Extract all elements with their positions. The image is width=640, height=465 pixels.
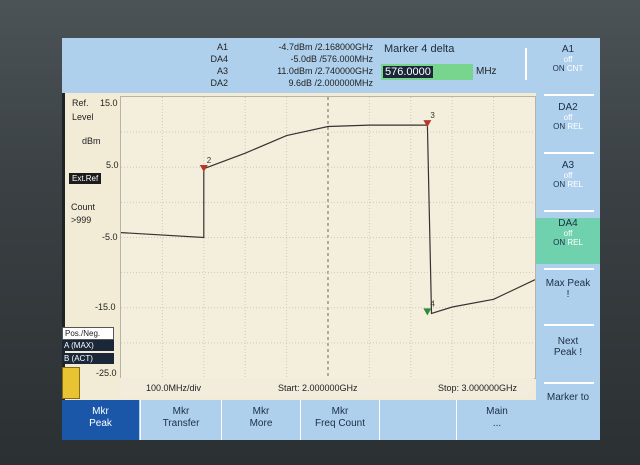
- softkey-title: DA4: [558, 218, 578, 229]
- mkr-more-button[interactable]: Mkr More: [221, 400, 300, 440]
- softkey-state: off: [563, 171, 573, 180]
- usb-icon: [62, 367, 80, 399]
- softkey-state: off: [563, 113, 573, 122]
- marker-value: -5.0dB /576.000MHz: [290, 54, 373, 64]
- frequency-info-bar: 100.0MHz/div Start: 2.000000GHz Stop: 3.…: [120, 378, 534, 398]
- softkey-state: off: [563, 229, 573, 238]
- spectrum-chart: 2 3 4: [120, 97, 536, 378]
- on-indicator: ON: [553, 238, 566, 247]
- softkey-line1: Mkr: [252, 406, 270, 417]
- tick-y-4: -25.0: [96, 368, 117, 378]
- mode-indicator: REL: [567, 238, 583, 247]
- softkey-line1: Mkr: [92, 406, 109, 417]
- entry-unit: MHz: [476, 66, 497, 77]
- softkey-title: DA2: [558, 102, 578, 113]
- detector-panel: Pos./Neg. A (MAX) B (ACT): [62, 327, 114, 364]
- mode-indicator: CNT: [566, 64, 584, 73]
- tick-y-0: 15.0: [100, 98, 118, 108]
- next-peak-button[interactable]: Next Peak !: [545, 336, 591, 358]
- softkey-line2: Transfer: [162, 418, 200, 429]
- ext-ref-indicator: Ext.Ref: [69, 173, 102, 184]
- tick-y-3: -15.0: [95, 302, 116, 312]
- on-indicator: ON: [553, 180, 566, 189]
- marker-delta-input[interactable]: 576.0000: [381, 64, 473, 80]
- softkey-line1: Mkr: [331, 406, 349, 417]
- bottom-softkey-bar: Mkr Peak Mkr Transfer Mkr More Mkr Freq …: [62, 400, 600, 440]
- separator: [544, 268, 594, 270]
- ref-label: Ref.: [72, 98, 89, 108]
- softkey-line1: Main: [486, 406, 508, 417]
- softkey-line1: Mkr: [172, 406, 190, 417]
- separator: [544, 324, 594, 326]
- header-divider: [525, 48, 527, 80]
- side-softkey-a3[interactable]: A3 off ON REL: [536, 160, 600, 189]
- marker-3: [423, 120, 432, 128]
- softkey-line2: Freq Count: [314, 418, 366, 429]
- grid: [121, 97, 535, 378]
- count-value: >999: [71, 215, 92, 225]
- on-indicator: ON: [552, 64, 565, 73]
- marker-label-2: 2: [207, 156, 212, 165]
- marker-value: 11.0dBm /2.740000GHz: [277, 66, 373, 76]
- mode-indicator: REL: [567, 122, 583, 131]
- count-label: Count: [71, 202, 96, 212]
- mkr-peak-button[interactable]: Mkr Peak: [62, 400, 139, 440]
- softkey-line2: More: [249, 418, 273, 429]
- mkr-freq-count-button[interactable]: Mkr Freq Count: [300, 400, 379, 440]
- side-softkey-a1[interactable]: A1 off ON CNT: [536, 44, 600, 73]
- max-peak-button[interactable]: Max Peak !: [545, 278, 591, 300]
- side-softkey-da2[interactable]: DA2 off ON REL: [536, 102, 600, 131]
- trace-a-mode[interactable]: A (MAX): [62, 340, 114, 351]
- softkey-title: Max Peak !: [545, 278, 591, 300]
- stop-frequency: Stop: 3.000000GHz: [438, 383, 518, 393]
- marker-value: -4.7dBm /2.168000GHz: [278, 42, 373, 52]
- marker-label-3: 3: [430, 111, 435, 120]
- analyzer-screen: A1 -4.7dBm /2.168000GHz DA4 -5.0dB /576.…: [62, 38, 600, 440]
- side-softkey-panel: A1 off ON CNT DA2 off ON REL A3 off ON R…: [536, 38, 600, 440]
- marker-2: [199, 165, 208, 173]
- marker-delta-value: 576.0000: [383, 66, 433, 78]
- softkey-line2: Peak: [89, 418, 112, 429]
- marker-value: 9.6dB /2.000000MHz: [288, 78, 373, 88]
- softkey-title: A3: [561, 160, 575, 171]
- tick-y-2: -5.0: [102, 232, 118, 242]
- entry-title: Marker 4 delta: [384, 43, 455, 55]
- marker-group: 2 3 4: [199, 111, 435, 316]
- trace-b-mode[interactable]: B (ACT): [62, 353, 114, 364]
- spectrum-plot: 2 3 4: [120, 96, 536, 379]
- separator: [544, 152, 594, 154]
- on-indicator: ON: [553, 122, 566, 131]
- unit-label: dBm: [82, 136, 101, 146]
- level-label: Level: [72, 112, 94, 122]
- softkey-title: A1: [561, 44, 575, 55]
- separator: [544, 94, 594, 96]
- softkey-title: Next Peak !: [553, 336, 583, 358]
- marker-4: [423, 308, 432, 316]
- tick-y-1: 5.0: [106, 160, 119, 170]
- division-label: 100.0MHz/div: [146, 383, 202, 393]
- mode-indicator: REL: [567, 180, 583, 189]
- mkr-transfer-button[interactable]: Mkr Transfer: [140, 400, 221, 440]
- side-softkey-da4[interactable]: DA4 off ON REL: [536, 218, 600, 264]
- softkey-state: off: [563, 55, 573, 64]
- softkey-line2: ...: [492, 418, 502, 429]
- main-menu-button[interactable]: Main ...: [456, 400, 537, 440]
- separator: [544, 210, 594, 212]
- marker-label-4: 4: [430, 299, 435, 308]
- separator: [544, 382, 594, 384]
- start-frequency: Start: 2.000000GHz: [278, 383, 358, 393]
- blank-softkey[interactable]: [379, 400, 456, 440]
- marker-readout-panel: A1 -4.7dBm /2.168000GHz DA4 -5.0dB /576.…: [62, 38, 536, 93]
- detector-mode[interactable]: Pos./Neg.: [62, 327, 114, 340]
